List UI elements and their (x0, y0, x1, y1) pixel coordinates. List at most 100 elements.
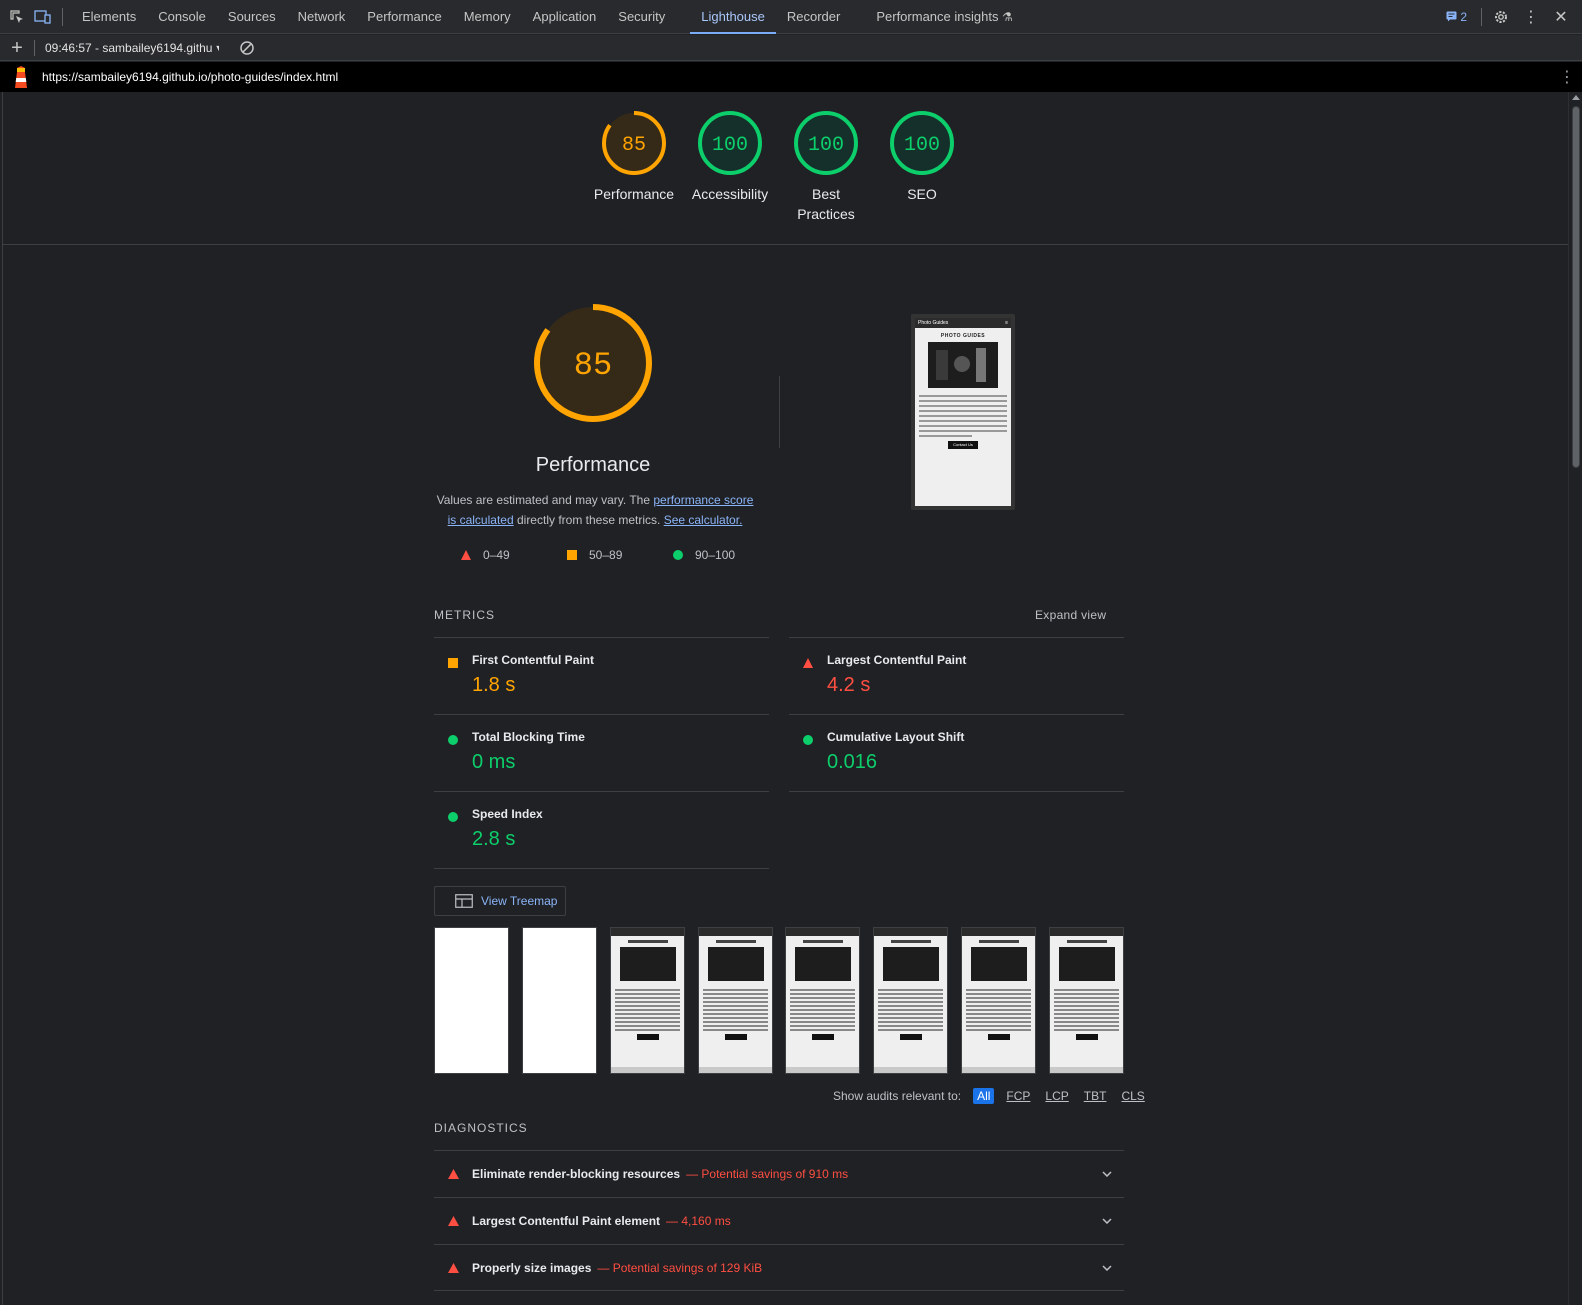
scrollbar-thumb[interactable] (1572, 106, 1580, 468)
see-calculator-link[interactable]: See calculator. (664, 513, 743, 527)
screenshot-contact-button: Contact Us (948, 441, 978, 449)
metric-label: Speed Index (472, 807, 543, 821)
report-url[interactable]: https://sambailey6194.github.io/photo-gu… (42, 70, 1552, 84)
diagnostic-title: Largest Contentful Paint element (472, 1214, 661, 1228)
diagnostic-item[interactable]: Largest Contentful Paint element — 4,160… (434, 1197, 1124, 1244)
gauge-performance[interactable]: 85 Performance (584, 110, 684, 204)
audit-filter: Show audits relevant to: All FCP LCP TBT… (833, 1088, 1148, 1104)
metric-divider (434, 868, 769, 869)
lighthouse-toolbar: + 09:46:57 - sambailey6194.githu ▼ (0, 35, 1582, 61)
desc-text: directly from these metrics. (513, 513, 664, 527)
triangle-fail-icon (447, 1216, 459, 1226)
diagnostic-detail: — Potential savings of 910 ms (686, 1167, 849, 1181)
metric-value: 2.8 s (472, 828, 516, 850)
legend-pass-label: 90–100 (695, 548, 736, 562)
issue-icon (1446, 11, 1457, 22)
diagnostic-title: Properly size images (472, 1260, 592, 1275)
triangle-fail-icon (447, 1262, 459, 1273)
chevron-down-icon[interactable] (1102, 1171, 1112, 1177)
lighthouse-logo-icon (0, 62, 42, 92)
metric-label: First Contentful Paint (472, 653, 594, 667)
tab-performance-insights[interactable]: Performance insights ⚗ (865, 0, 1024, 34)
metric-label: Largest Contentful Paint (827, 653, 967, 667)
report-selector[interactable]: 09:46:57 - sambailey6194.githu ▼ (45, 41, 219, 55)
chevron-down-icon[interactable] (1102, 1264, 1112, 1271)
metric-fcp: First Contentful Paint 1.8 s (434, 637, 769, 714)
gear-icon[interactable] (1488, 4, 1514, 30)
clear-all-icon[interactable] (237, 38, 257, 58)
chevron-down-icon[interactable] (1102, 1218, 1112, 1224)
gauge-best-practices[interactable]: 100 Best Practices (776, 110, 876, 224)
tab-performance[interactable]: Performance (356, 0, 452, 34)
legend-average-label: 50–89 (589, 548, 623, 562)
score-value: 100 (808, 134, 844, 157)
device-toolbar-icon[interactable] (30, 0, 56, 34)
final-screenshot[interactable]: Photo Guides ≡ PHOTO GUIDES Contact Us (911, 314, 1015, 510)
more-options-icon[interactable]: ⋮ (1518, 4, 1544, 30)
metric-value: 0 ms (472, 751, 516, 773)
seo-gauge-ring: 100 (890, 111, 954, 175)
filter-chip-fcp[interactable]: FCP (1003, 1088, 1033, 1104)
gauge-accessibility[interactable]: 100 Accessibility (680, 110, 780, 204)
filmstrip-frame (434, 927, 509, 1074)
tab-console[interactable]: Console (147, 0, 217, 34)
legend-average: 50–89 (567, 548, 673, 562)
screenshot-navbar: Photo Guides ≡ (915, 318, 1011, 328)
metric-cls: Cumulative Layout Shift 0.016 (789, 714, 1124, 791)
issues-count: 2 (1460, 9, 1467, 24)
filmstrip-frame (698, 927, 773, 1074)
expand-view-toggle[interactable]: Expand view (1035, 608, 1106, 622)
tab-elements[interactable]: Elements (71, 0, 147, 34)
tab-security[interactable]: Security (607, 0, 676, 34)
gauge-label: SEO (907, 186, 937, 202)
tab-lighthouse[interactable]: Lighthouse (690, 0, 776, 34)
inspect-element-icon[interactable] (4, 0, 30, 34)
toolbar-divider (34, 39, 35, 56)
metric-label: Cumulative Layout Shift (827, 730, 965, 744)
filter-chip-tbt[interactable]: TBT (1081, 1088, 1110, 1104)
lighthouse-report: 85 Performance 100 Accessibility 100 Bes… (2, 92, 1568, 1305)
tab-sources[interactable]: Sources (217, 0, 287, 34)
treemap-icon (455, 894, 473, 908)
scroll-up-arrow-icon[interactable] (1572, 95, 1580, 100)
diagnostic-detail: — Potential savings of 129 KiB (597, 1260, 763, 1275)
filter-chip-lcp[interactable]: LCP (1042, 1088, 1071, 1104)
new-report-icon[interactable]: + (0, 35, 34, 61)
legend-fail: 0–49 (461, 548, 567, 562)
score-summary: 85 Performance 100 Accessibility 100 Bes… (3, 92, 1568, 245)
best-practices-gauge-ring: 100 (794, 111, 858, 175)
tab-recorder[interactable]: Recorder (776, 0, 851, 34)
report-url-bar: https://sambailey6194.github.io/photo-gu… (0, 62, 1582, 92)
performance-description: Values are estimated and may vary. The p… (435, 490, 755, 530)
tab-network[interactable]: Network (287, 0, 357, 34)
close-icon[interactable]: ✕ (1548, 4, 1574, 30)
score-value: 85 (622, 134, 646, 157)
filter-chip-all[interactable]: All (973, 1088, 995, 1104)
issues-badge[interactable]: 2 (1438, 10, 1475, 24)
toolbar-divider (1481, 7, 1482, 26)
toolbar-divider (62, 7, 63, 26)
tab-memory[interactable]: Memory (453, 0, 522, 34)
view-treemap-label: View Treemap (481, 894, 558, 908)
filter-chip-cls[interactable]: CLS (1118, 1088, 1147, 1104)
report-scrollbar[interactable] (1568, 92, 1582, 1305)
devtools-tabbar: Elements Console Sources Network Perform… (0, 0, 1582, 34)
performance-gauge-large-ring: 85 (534, 304, 652, 422)
gauge-label: Performance (593, 186, 675, 202)
triangle-fail-icon (803, 658, 813, 668)
report-menu-icon[interactable]: ⋮ (1552, 67, 1582, 87)
square-average-icon (567, 550, 577, 560)
gauge-seo[interactable]: 100 SEO (872, 110, 972, 204)
filmstrip-frame (1049, 927, 1124, 1074)
screenshot-heading: PHOTO GUIDES (940, 333, 986, 339)
view-treemap-button[interactable]: View Treemap (434, 886, 566, 916)
tab-application[interactable]: Application (522, 0, 608, 34)
metric-lcp: Largest Contentful Paint 4.2 s (789, 637, 1124, 714)
diagnostic-item[interactable]: Properly size images — Potential savings… (434, 1244, 1124, 1291)
diagnostic-item[interactable]: Eliminate render-blocking resources — Po… (434, 1150, 1124, 1197)
hamburger-icon: ≡ (1005, 320, 1008, 326)
metric-value: 0.016 (827, 751, 878, 773)
metric-tbt: Total Blocking Time 0 ms (434, 714, 769, 791)
circle-pass-icon (803, 735, 813, 745)
screenshot-text-lines (915, 388, 1011, 437)
